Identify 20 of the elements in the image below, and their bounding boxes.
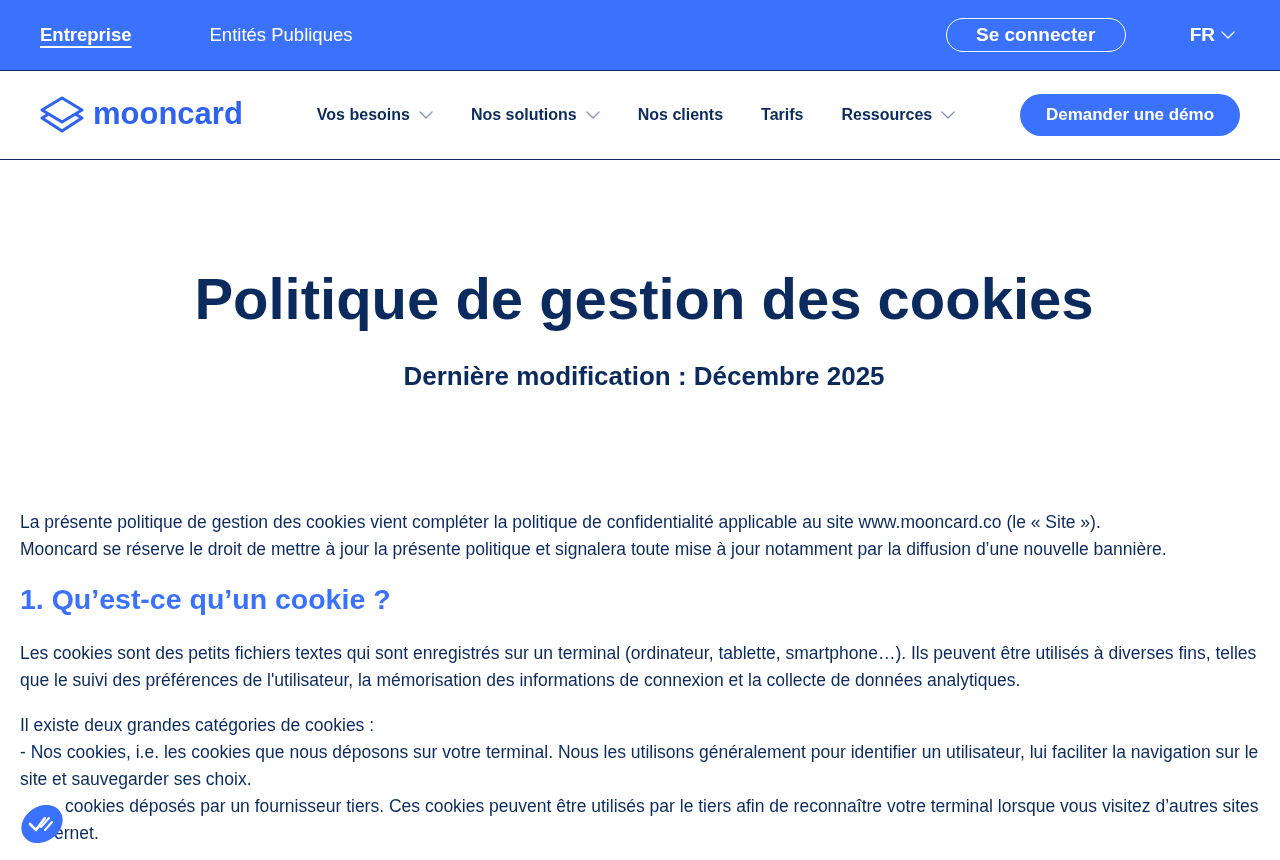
page-title: Politique de gestion des cookies <box>194 265 1094 333</box>
layered-diamond-logo-icon <box>40 96 84 134</box>
chevron-down-icon <box>1221 31 1235 39</box>
nav-menu-item[interactable]: Vos besoins <box>316 103 433 127</box>
last-modified-subtitle: Dernière modification : Décembre 2025 <box>403 360 885 393</box>
body-text-line: cookies déposés par un fournisseur tiers. Ces cookies peuvent être utilisés par le tiers afin de reconnaître votre terminal lorsque vous visitez d’autres sites <box>65 796 1259 816</box>
demo-request-button[interactable]: Demander une démo <box>1020 94 1240 136</box>
logo-wordmark: mooncard <box>93 98 243 129</box>
nav-menu-item[interactable]: Tarifs <box>761 103 804 127</box>
nav-menu-item[interactable]: Nos solutions <box>470 103 600 127</box>
nav-menu-item[interactable]: Ressources <box>841 103 956 127</box>
body-paragraph: Il existe deux grandes catégories de cookies : - Nos cookies, i.e. les cookies que nous déposons sur votre terminal. Nous les utilisons généralement pour identifier un utilisateur, lui faciliter la navigation sur le site et sauvegarder ses choix. <box>20 714 1260 791</box>
segment-link[interactable]: Entreprise <box>40 21 132 49</box>
logo-link[interactable]: mooncard <box>40 96 243 134</box>
nav-menu-item[interactable]: Nos clients <box>637 103 724 127</box>
body-paragraph: La présente politique de gestion des cookies vient compléter la politique de confidentialité applicable au site www.mooncard.co (le « Site »). Mooncard se réserve le droit de mettre à jour la présente politique et signalera toute mise à jour notamment par la diffusion d’une nouvelle bannière. <box>20 511 1168 561</box>
body-paragraph: Les cookies sont des petits fichiers textes qui sont enregistrés sur un terminal (ordinateur, tablette, smartphone…). Ils peuvent être utilisés à diverses fins, telles que le suivi des préférences de l'utilisateur, la mémorisation des informations de connexion et la collecte de données analytiques. <box>20 642 1258 692</box>
segment-link[interactable]: Entités Publiques <box>209 21 353 49</box>
language-selector[interactable]: FR <box>1189 20 1235 50</box>
section-heading: 1. Qu’est-ce qu’un cookie ? <box>20 582 392 617</box>
